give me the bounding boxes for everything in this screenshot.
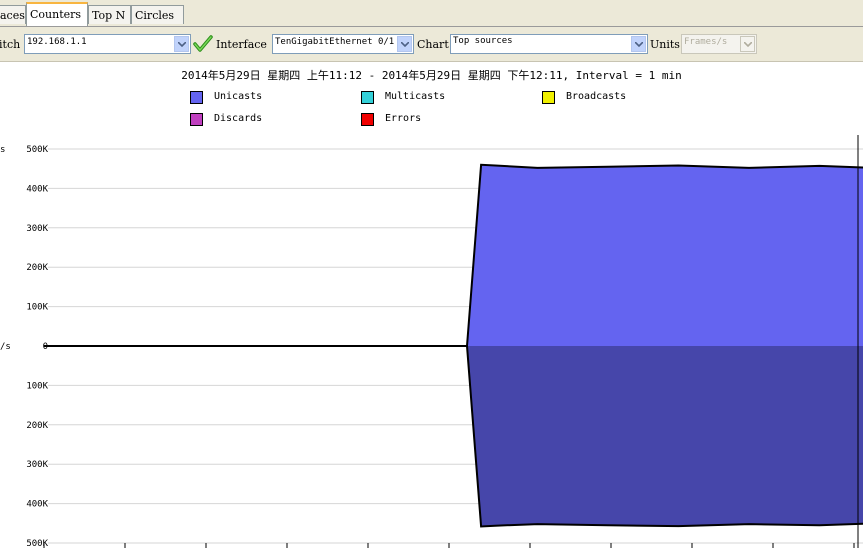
chevron-down-icon[interactable] <box>174 36 189 52</box>
chart-value: Top sources <box>453 36 513 46</box>
y-tick-label: 300K <box>26 224 48 234</box>
tab-top-n[interactable]: Top N <box>88 5 131 24</box>
legend-label: Broadcasts <box>566 91 627 102</box>
y-tick-label: 100K <box>26 303 48 313</box>
y-tick-label: 100K <box>26 381 48 391</box>
legend-swatch <box>361 91 374 104</box>
tab-circles[interactable]: Circles <box>131 5 184 24</box>
legend-label: Discards <box>214 113 263 124</box>
time-range-title: 2014年5月29日 星期四 上午11:12 - 2014年5月29日 星期四 … <box>181 69 682 82</box>
legend-swatch <box>542 91 555 104</box>
switch-label: itch <box>0 38 21 51</box>
interface-value: TenGigabitEthernet 0/1 <box>275 37 395 47</box>
y-tick-label: 200K <box>26 421 48 431</box>
apply-check-icon[interactable] <box>193 34 213 54</box>
legend-swatch <box>361 113 374 126</box>
switch-value: 192.168.1.1 <box>27 37 87 47</box>
toolbar: itch 192.168.1.1 Interface TenGigabitEth… <box>0 27 863 62</box>
y-tick-label: 200K <box>26 263 48 273</box>
legend-label: Unicasts <box>214 91 263 102</box>
traffic-chart: 500K400K300K200K100K0100K200K300K400K500… <box>0 135 863 548</box>
legend-swatch <box>190 91 203 104</box>
switch-select[interactable]: 192.168.1.1 <box>24 34 191 54</box>
legend-label: Errors <box>385 113 422 124</box>
units-select: Frames/s <box>681 34 757 54</box>
tab-bar: aces Counters Top N Circles <box>0 0 863 27</box>
series-area-out <box>44 346 863 527</box>
interface-select[interactable]: TenGigabitEthernet 0/1 <box>272 34 414 54</box>
legend-label: Multicasts <box>385 91 446 102</box>
chevron-down-icon[interactable] <box>397 36 412 52</box>
chevron-down-icon <box>740 36 755 52</box>
tab-counters[interactable]: Counters <box>26 2 88 26</box>
y-tick-label: 500K <box>26 539 48 548</box>
y-unit-label: s <box>0 145 5 155</box>
y-unit-label: /s <box>0 342 11 352</box>
chart-select[interactable]: Top sources <box>450 34 648 54</box>
series-area-in <box>44 164 863 346</box>
units-value: Frames/s <box>684 37 728 47</box>
y-tick-label: 400K <box>26 184 48 194</box>
y-tick-label: 400K <box>26 500 48 510</box>
tab-interfaces[interactable]: aces <box>0 5 26 24</box>
chart-label: Chart <box>417 38 449 51</box>
chevron-down-icon[interactable] <box>631 36 646 52</box>
y-tick-label: 500K <box>26 145 48 155</box>
legend-swatch <box>190 113 203 126</box>
y-tick-label: 300K <box>26 460 48 470</box>
interface-label: Interface <box>216 38 267 51</box>
units-label: Units <box>650 38 680 51</box>
